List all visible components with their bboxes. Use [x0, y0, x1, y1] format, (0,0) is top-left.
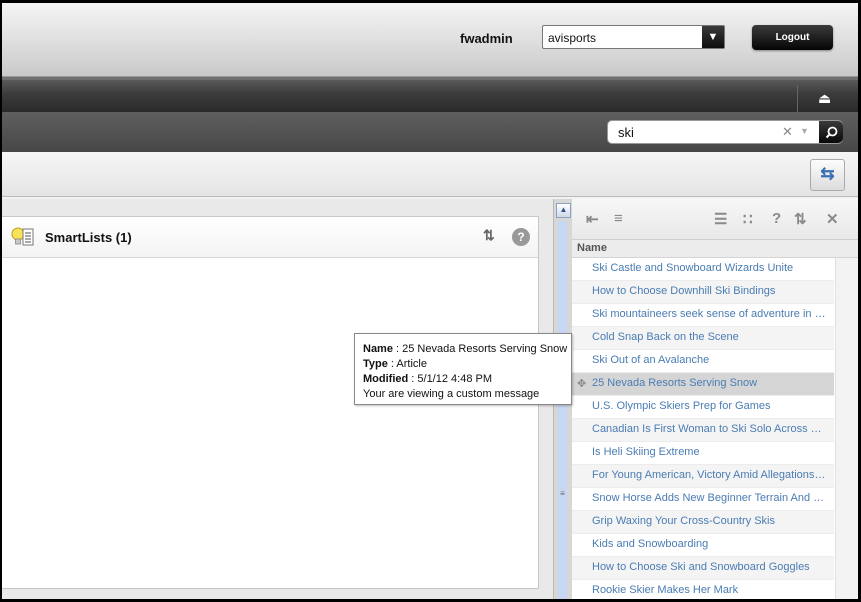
chevron-up-icon[interactable]: ▲: [556, 203, 571, 218]
sync-icon: ⇆: [820, 164, 835, 183]
sync-button[interactable]: ⇆: [810, 159, 845, 191]
list-item-label[interactable]: U.S. Olympic Skiers Prep for Games: [592, 400, 828, 412]
splitter-track[interactable]: [558, 221, 567, 599]
list-item-label[interactable]: 25 Nevada Resorts Serving Snow: [592, 377, 828, 389]
list-item-label[interactable]: Cold Snap Back on the Scene: [592, 331, 828, 343]
list-item[interactable]: Is Heli Skiing Extreme: [572, 442, 834, 465]
list-item-label[interactable]: Ski Out of an Avalanche: [592, 354, 828, 366]
list-item-label[interactable]: Kids and Snowboarding: [592, 538, 828, 550]
search-box[interactable]: ski ✕ ▼: [607, 120, 843, 144]
search-icon: [825, 126, 837, 139]
list-item[interactable]: Ski Castle and Snowboard Wizards Unite: [572, 258, 834, 281]
list-item-label[interactable]: Canadian Is First Woman to Ski Solo Acro…: [592, 423, 828, 435]
list-item-label[interactable]: How to Choose Downhill Ski Bindings: [592, 285, 828, 297]
swap-icon[interactable]: ⇅: [794, 210, 807, 228]
list-item[interactable]: Ski Out of an Avalanche: [572, 350, 834, 373]
help-icon[interactable]: ?: [772, 210, 781, 227]
top-header: fwadmin avisports ▼ Logout: [2, 3, 858, 77]
close-icon[interactable]: ✕: [826, 210, 839, 228]
pin-left-icon[interactable]: ⇤: [586, 210, 599, 228]
smartlists-header: SmartLists (1) ⇅ ?: [2, 217, 538, 258]
username: fwadmin: [460, 31, 513, 46]
toolbar: ⇆: [2, 152, 858, 197]
search-results-panel: ⇤ ≡ ☰ ∷ ? ⇅ ✕ Name Ski Castle and Snowbo…: [572, 199, 858, 599]
list-item[interactable]: Rookie Skier Makes Her Mark: [572, 580, 834, 599]
list-item-label[interactable]: Rookie Skier Makes Her Mark: [592, 584, 828, 596]
list-item[interactable]: Snow Horse Adds New Beginner Terrain And…: [572, 488, 834, 511]
list-item[interactable]: U.S. Olympic Skiers Prep for Games: [572, 396, 834, 419]
collapse-icon[interactable]: ⏏: [818, 90, 831, 107]
list-item-label[interactable]: Ski Castle and Snowboard Wizards Unite: [592, 262, 828, 274]
drag-handle-icon[interactable]: ✥: [577, 377, 586, 390]
site-select-value: avisports: [548, 31, 597, 45]
list-item[interactable]: How to Choose Downhill Ski Bindings: [572, 281, 834, 304]
list-item[interactable]: Canadian Is First Woman to Ski Solo Acro…: [572, 419, 834, 442]
grid-view-icon[interactable]: ∷: [743, 210, 753, 228]
search-input[interactable]: ski: [618, 125, 634, 140]
search-bar: ski ✕ ▼: [2, 112, 858, 152]
smartlists-title: SmartLists (1): [45, 230, 132, 245]
list-item[interactable]: Grip Waxing Your Cross-Country Skis: [572, 511, 834, 534]
app-window: fwadmin avisports ▼ Logout ⏏ ski ✕ ▼ ⇆ S…: [2, 3, 858, 599]
search-button[interactable]: [819, 121, 843, 143]
list-item-label[interactable]: Is Heli Skiing Extreme: [592, 446, 828, 458]
scrollbar[interactable]: [835, 258, 858, 599]
divider: [797, 85, 798, 113]
smartlist-icon: [11, 227, 34, 246]
sort-icon[interactable]: ≡: [614, 210, 623, 227]
nav-bar: ⏏: [2, 77, 858, 113]
list-item[interactable]: Cold Snap Back on the Scene: [572, 327, 834, 350]
list-item[interactable]: Ski mountaineers seek sense of adventure…: [572, 304, 834, 327]
grip-icon[interactable]: ≡: [558, 489, 567, 498]
list-item[interactable]: Kids and Snowboarding: [572, 534, 834, 557]
results-toolbar: ⇤ ≡ ☰ ∷ ? ⇅ ✕: [572, 199, 858, 240]
clear-icon[interactable]: ✕: [782, 124, 793, 140]
chevron-down-icon[interactable]: ▼: [800, 126, 809, 136]
item-tooltip: Name : 25 Nevada Resorts Serving Snow Ty…: [354, 333, 572, 405]
swap-icon[interactable]: ⇅: [483, 227, 495, 244]
list-item-label[interactable]: Ski mountaineers seek sense of adventure…: [592, 308, 828, 320]
list-item-label[interactable]: For Young American, Victory Amid Allegat…: [592, 469, 828, 481]
help-icon[interactable]: ?: [512, 228, 530, 246]
tooltip-message: Your are viewing a custom message: [363, 388, 540, 400]
list-view-icon[interactable]: ☰: [714, 210, 727, 228]
list-item-label[interactable]: How to Choose Ski and Snowboard Goggles: [592, 561, 828, 573]
list-item[interactable]: ✥ 25 Nevada Resorts Serving Snow: [572, 373, 834, 396]
list-item-label[interactable]: Grip Waxing Your Cross-Country Skis: [592, 515, 828, 527]
chevron-down-icon[interactable]: ▼: [702, 26, 724, 48]
list-item-label[interactable]: Snow Horse Adds New Beginner Terrain And…: [592, 492, 828, 504]
column-header-name[interactable]: Name: [572, 240, 858, 258]
logout-button[interactable]: Logout: [752, 25, 833, 50]
list-item[interactable]: For Young American, Victory Amid Allegat…: [572, 465, 834, 488]
list-item[interactable]: How to Choose Ski and Snowboard Goggles: [572, 557, 834, 580]
site-select[interactable]: avisports ▼: [542, 25, 725, 49]
results-list: Ski Castle and Snowboard Wizards Unite Ho…: [572, 258, 834, 599]
